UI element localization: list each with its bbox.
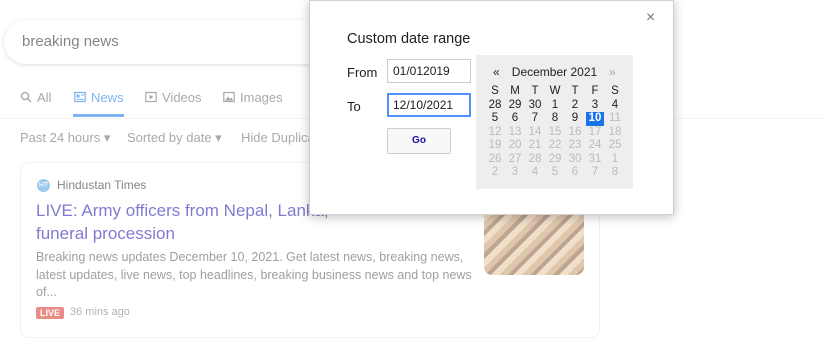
calendar-day-selected[interactable]: 10 xyxy=(586,112,604,126)
video-icon xyxy=(145,91,157,103)
custom-date-range-dialog: × Custom date range From To Go December … xyxy=(309,0,674,215)
calendar-weekday: M xyxy=(510,85,520,97)
calendar-day: 8 xyxy=(611,166,619,178)
calendar-week-row: 26 27 28 29 30 31 1 xyxy=(486,153,626,167)
news-icon xyxy=(74,91,86,103)
calendar-day[interactable]: 2 xyxy=(566,99,584,113)
dialog-title: Custom date range xyxy=(347,31,471,47)
calendar-day: 4 xyxy=(531,166,539,178)
calendar-day: 7 xyxy=(591,166,599,178)
calendar-day: 27 xyxy=(508,152,522,165)
search-icon xyxy=(20,91,32,103)
go-button[interactable]: Go xyxy=(387,128,451,154)
calendar-week-row: 19 20 21 22 23 24 25 xyxy=(486,139,626,153)
headline-line-2: funeral procession xyxy=(36,224,175,243)
calendar-day: 15 xyxy=(548,125,562,138)
sort-dropdown[interactable]: Sorted by date ▾ xyxy=(127,130,222,146)
tab-images-label: Images xyxy=(240,90,283,105)
calendar-day: 13 xyxy=(508,125,522,138)
calendar-weekday: S xyxy=(491,85,499,97)
calendar-day[interactable]: 4 xyxy=(606,99,624,113)
source-name: Hindustan Times xyxy=(57,178,147,192)
from-label: From xyxy=(347,65,378,80)
calendar-weekday: F xyxy=(591,85,599,97)
calendar-day[interactable]: 29 xyxy=(506,99,524,113)
calendar-day[interactable]: 1 xyxy=(546,99,564,113)
calendar-day: 5 xyxy=(551,166,559,178)
active-tab-indicator xyxy=(73,114,124,117)
calendar-day: 6 xyxy=(571,166,579,178)
image-icon xyxy=(223,91,235,103)
calendar-weekday: W xyxy=(549,85,561,97)
article-snippet: Breaking news updates December 10, 2021.… xyxy=(36,250,472,299)
previous-month-button[interactable]: « xyxy=(493,65,500,79)
live-badge: LIVE xyxy=(36,307,65,319)
tab-all[interactable]: All xyxy=(20,90,51,105)
calendar-day: 12 xyxy=(488,125,502,138)
calendar-day: 22 xyxy=(548,139,562,151)
next-month-button[interactable]: » xyxy=(609,65,616,79)
calendar-day[interactable]: 8 xyxy=(546,112,564,126)
calendar-day: 17 xyxy=(588,125,602,138)
date-picker-calendar: December 2021 « » S M T W T F S 28 29 30 1 2 3 4 5 6 7 8 9… xyxy=(476,55,633,189)
search-query[interactable]: breaking news xyxy=(22,33,119,50)
calendar-day[interactable]: 5 xyxy=(486,112,504,126)
to-label: To xyxy=(347,99,361,114)
calendar-grid: S M T W T F S 28 29 30 1 2 3 4 5 6 7 8 9 10 11 12 13 14 15 16 17 18… xyxy=(486,85,626,180)
calendar-day: 24 xyxy=(588,139,602,151)
calendar-weekday-row: SMTWTFS xyxy=(486,85,626,99)
calendar-day: 1 xyxy=(611,152,619,165)
calendar-day: 11 xyxy=(609,112,621,124)
tab-videos[interactable]: Videos xyxy=(145,90,202,105)
calendar-day: 21 xyxy=(528,139,542,151)
calendar-day: 3 xyxy=(511,166,519,178)
calendar-weekday: S xyxy=(611,85,619,97)
tab-videos-label: Videos xyxy=(162,90,202,105)
to-date-input[interactable] xyxy=(387,93,471,117)
article-time: 36 mins ago xyxy=(70,306,130,318)
calendar-weekday: T xyxy=(531,85,539,97)
calendar-day: 23 xyxy=(568,139,582,151)
calendar-day[interactable]: 6 xyxy=(506,112,524,126)
close-icon[interactable]: × xyxy=(646,9,655,27)
tab-news[interactable]: News xyxy=(74,90,124,105)
calendar-day: 18 xyxy=(608,125,622,138)
calendar-week-row: 2345678 xyxy=(486,166,626,180)
calendar-week-row: 12 13 14 15 16 17 18 xyxy=(486,126,626,140)
calendar-week-row: 28 29 30 1 2 3 4 xyxy=(486,99,626,113)
calendar-day: 14 xyxy=(528,125,542,138)
tab-images[interactable]: Images xyxy=(223,90,283,105)
calendar-day[interactable]: 30 xyxy=(526,99,544,113)
calendar-day[interactable]: 9 xyxy=(566,112,584,126)
calendar-day: 20 xyxy=(508,139,522,151)
calendar-day[interactable]: 28 xyxy=(486,99,504,113)
calendar-day: 30 xyxy=(568,152,582,165)
calendar-day[interactable]: 3 xyxy=(586,99,604,113)
calendar-day: 25 xyxy=(608,139,622,151)
calendar-day: 31 xyxy=(588,152,602,165)
time-filter-dropdown[interactable]: Past 24 hours ▾ xyxy=(20,130,110,146)
tab-news-label: News xyxy=(91,90,124,105)
calendar-day: 16 xyxy=(568,125,582,138)
calendar-week-row: 5 6 7 8 9 10 11 xyxy=(486,112,626,126)
calendar-day: 19 xyxy=(488,139,502,151)
calendar-day[interactable]: 7 xyxy=(526,112,544,126)
hide-duplicates-toggle[interactable]: Hide Duplica xyxy=(241,130,315,145)
tab-all-label: All xyxy=(37,90,52,105)
calendar-day: 28 xyxy=(528,152,542,165)
source-logo-icon: HT xyxy=(37,179,50,192)
calendar-day: 2 xyxy=(491,166,499,178)
calendar-weekday: T xyxy=(571,85,579,97)
calendar-day: 26 xyxy=(488,152,502,165)
calendar-day: 29 xyxy=(548,152,562,165)
from-date-input[interactable] xyxy=(387,59,471,83)
